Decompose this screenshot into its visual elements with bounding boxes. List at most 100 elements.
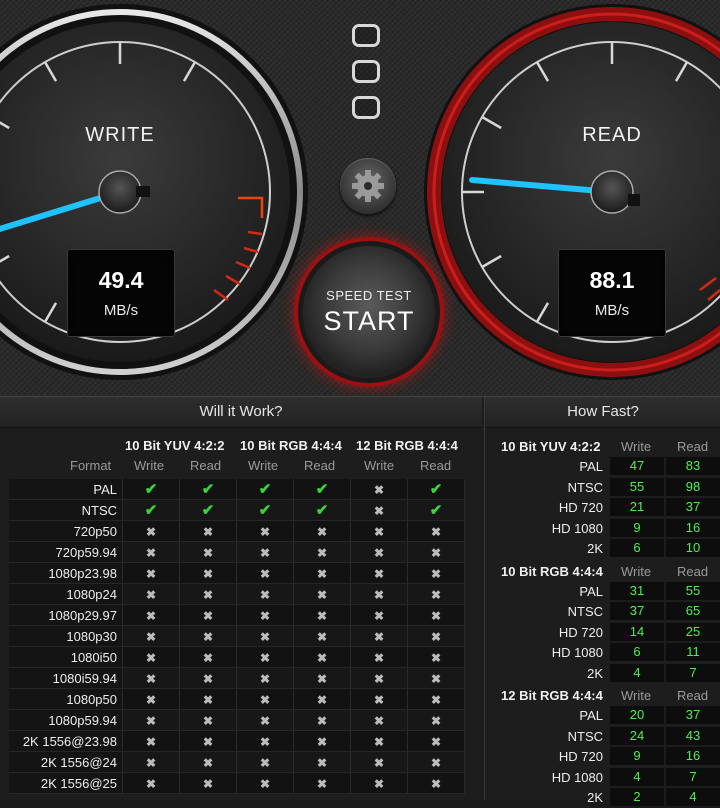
cross-icon: ✖ <box>236 709 294 731</box>
cross-icon: ✖ <box>236 751 294 773</box>
table-row: 2K 1556@24 ✖ ✖ ✖ ✖ ✖ ✖ <box>9 751 465 773</box>
cross-icon: ✖ <box>122 604 180 626</box>
check-icon: ✔ <box>293 479 351 500</box>
cross-icon: ✖ <box>293 541 351 563</box>
cross-icon: ✖ <box>407 646 465 668</box>
format-name: 720p50 <box>9 520 123 542</box>
drive-icon[interactable] <box>352 60 380 83</box>
resolution-label: PAL <box>579 708 603 723</box>
cross-icon: ✖ <box>236 583 294 605</box>
read-fps-value: 37 <box>666 706 720 724</box>
cross-icon: ✖ <box>179 751 237 773</box>
format-name: NTSC <box>9 499 123 521</box>
format-name: 1080p59.94 <box>9 709 123 731</box>
speed-row: NTSC 24 43 <box>485 726 720 747</box>
how-fast-group: 10 Bit YUV 4:2:2 Write Read PAL 47 83 NTSC 55 98… <box>485 436 720 559</box>
read-fps-value: 98 <box>666 477 720 496</box>
check-icon: ✔ <box>293 499 351 521</box>
group-header: 10 Bit YUV 4:2:2 <box>125 438 225 453</box>
cross-icon: ✖ <box>293 772 351 794</box>
write-speed-value: 49.4 <box>98 267 144 293</box>
cross-icon: ✖ <box>179 667 237 689</box>
resolution-label: HD 720 <box>558 749 603 764</box>
resolution-label: HD 1080 <box>551 645 603 660</box>
write-fps-value: 21 <box>610 498 664 516</box>
cross-icon: ✖ <box>407 772 465 794</box>
format-name: 1080p50 <box>9 688 123 710</box>
cross-icon: ✖ <box>293 751 351 773</box>
cross-icon: ✖ <box>179 583 237 605</box>
format-name: 1080p23.98 <box>9 562 123 584</box>
read-readout: 88.1 MB/s <box>558 249 666 337</box>
table-row: 1080p23.98 ✖ ✖ ✖ ✖ ✖ ✖ <box>9 562 465 584</box>
how-fast-list: 10 Bit YUV 4:2:2 Write Read PAL 47 83 NTSC 55 98… <box>485 436 720 808</box>
drive-icon[interactable] <box>352 24 380 47</box>
resolution-label: 2K <box>587 541 603 556</box>
cross-icon: ✖ <box>122 541 180 563</box>
cross-icon: ✖ <box>293 583 351 605</box>
speed-row: 2K 2 4 <box>485 787 720 808</box>
write-fps-value: 9 <box>610 518 664 537</box>
start-speed-test-button[interactable]: SPEED TEST START <box>303 246 435 378</box>
format-name: 1080p29.97 <box>9 604 123 626</box>
cross-icon: ✖ <box>122 646 180 668</box>
write-col-header: Write <box>621 439 652 454</box>
cross-icon: ✖ <box>293 667 351 689</box>
write-col-header: Write <box>248 458 279 473</box>
cross-icon: ✖ <box>236 667 294 689</box>
table-row: 1080i59.94 ✖ ✖ ✖ ✖ ✖ ✖ <box>9 667 465 689</box>
read-col-header: Read <box>190 458 222 473</box>
drive-icon[interactable] <box>352 96 380 119</box>
table-row: 720p50 ✖ ✖ ✖ ✖ ✖ ✖ <box>9 520 465 542</box>
resolution-label: HD 1080 <box>551 520 603 536</box>
cross-icon: ✖ <box>236 730 294 752</box>
write-fps-value: 24 <box>610 726 664 745</box>
read-fps-value: 16 <box>666 518 720 537</box>
read-fps-value: 65 <box>666 602 720 620</box>
format-name: 1080i50 <box>9 646 123 668</box>
cross-icon: ✖ <box>350 730 408 752</box>
cross-icon: ✖ <box>179 772 237 794</box>
resolution-label: PAL <box>579 459 603 474</box>
write-fps-value: 6 <box>610 643 664 661</box>
write-fps-value: 9 <box>610 747 664 765</box>
read-col-header: Read <box>304 458 336 473</box>
table-row: 1080p59.94 ✖ ✖ ✖ ✖ ✖ ✖ <box>9 709 465 731</box>
speed-row: 2K 6 10 <box>485 538 720 559</box>
check-icon: ✔ <box>122 499 180 521</box>
cross-icon: ✖ <box>293 709 351 731</box>
cross-icon: ✖ <box>350 604 408 626</box>
how-fast-panel: How Fast? 10 Bit YUV 4:2:2 Write Read PAL 47… <box>484 397 720 806</box>
speed-row: NTSC 37 65 <box>485 601 720 622</box>
cross-icon: ✖ <box>407 730 465 752</box>
format-name: 1080p24 <box>9 583 123 605</box>
cross-icon: ✖ <box>236 646 294 668</box>
cross-icon: ✖ <box>350 688 408 710</box>
cross-icon: ✖ <box>350 562 408 584</box>
cross-icon: ✖ <box>293 646 351 668</box>
cross-icon: ✖ <box>122 520 180 542</box>
will-it-work-title: Will it Work? <box>0 397 482 428</box>
cross-icon: ✖ <box>122 709 180 731</box>
table-row: 1080p30 ✖ ✖ ✖ ✖ ✖ ✖ <box>9 625 465 647</box>
cross-icon: ✖ <box>293 604 351 626</box>
cross-icon: ✖ <box>122 751 180 773</box>
resolution-label: NTSC <box>567 604 603 619</box>
settings-button[interactable] <box>340 158 396 214</box>
how-fast-title: How Fast? <box>485 397 720 428</box>
read-fps-value: 25 <box>666 622 720 641</box>
check-icon: ✔ <box>407 499 465 521</box>
read-fps-value: 37 <box>666 498 720 516</box>
cross-icon: ✖ <box>407 604 465 626</box>
read-fps-value: 10 <box>666 539 720 557</box>
start-button-label: START <box>323 306 415 336</box>
group-name: 10 Bit YUV 4:2:2 <box>501 439 601 454</box>
format-name: 2K 1556@24 <box>9 751 123 773</box>
table-row: PAL ✔ ✔ ✔ ✔ ✖ ✔ <box>9 479 465 500</box>
cross-icon: ✖ <box>179 625 237 647</box>
cross-icon: ✖ <box>179 709 237 731</box>
cross-icon: ✖ <box>350 646 408 668</box>
cross-icon: ✖ <box>179 730 237 752</box>
write-fps-value: 14 <box>610 622 664 641</box>
cross-icon: ✖ <box>122 688 180 710</box>
